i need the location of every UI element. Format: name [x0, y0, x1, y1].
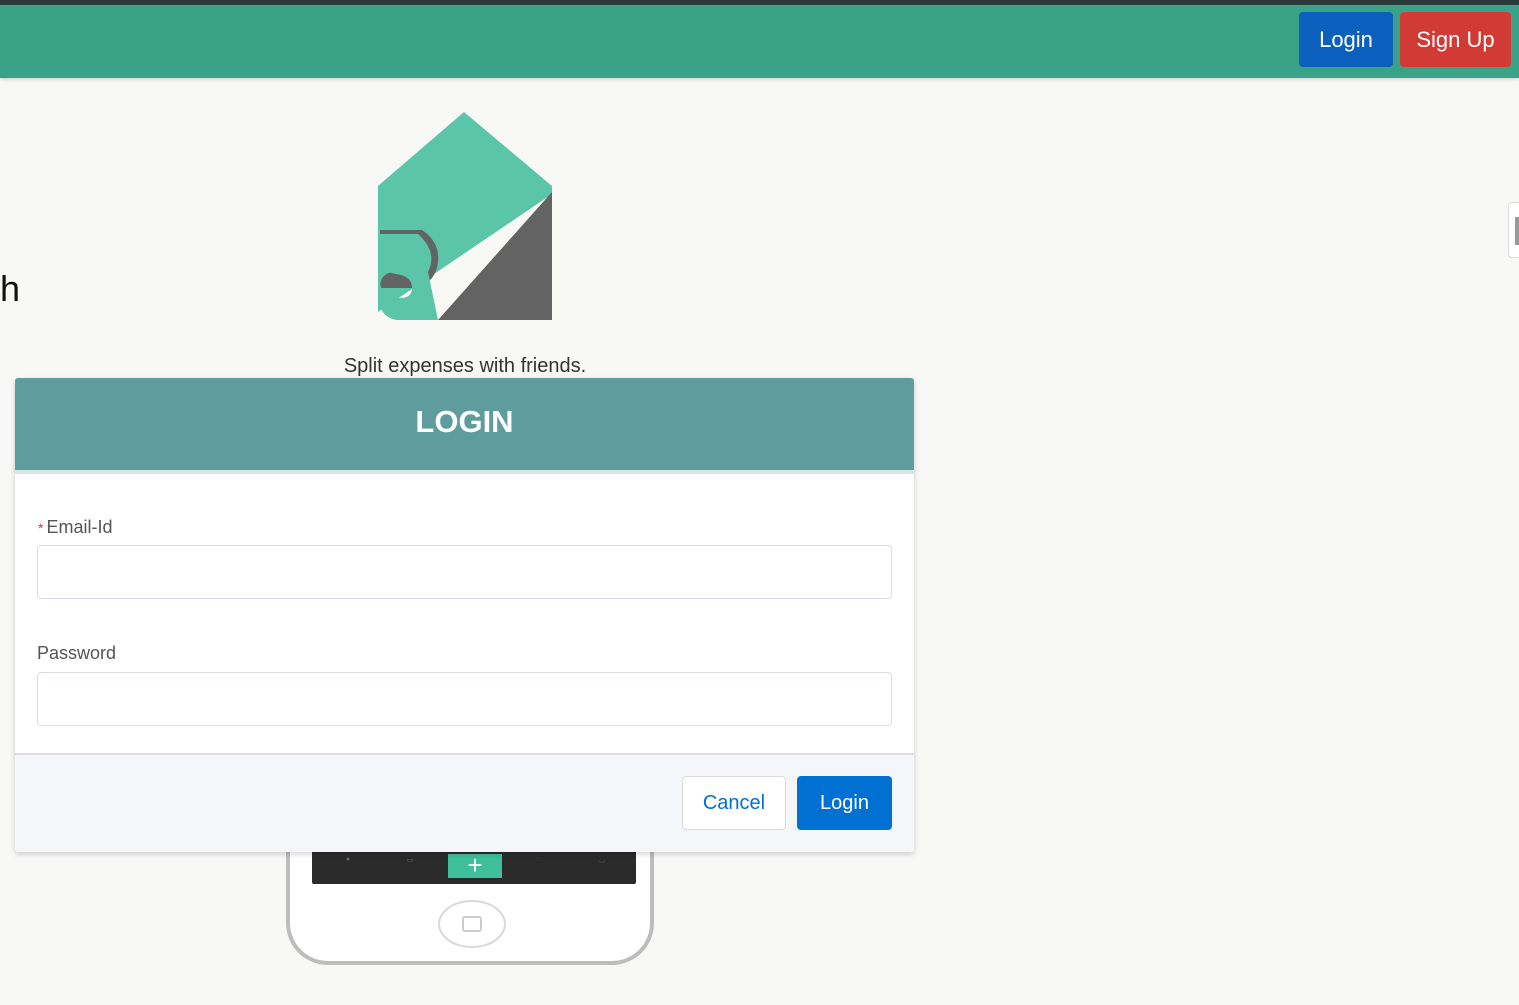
groups-tab-icon: ▭ [406, 857, 414, 864]
modal-header: LOGIN [15, 378, 914, 474]
add-expense-icon: + [448, 852, 502, 878]
top-nav-bar: Login Sign Up [0, 0, 1519, 78]
me-tab-icon: ◡ [598, 857, 606, 864]
password-input[interactable] [37, 672, 892, 726]
splitwise-logo [378, 112, 552, 320]
login-submit-button[interactable]: Login [797, 776, 892, 830]
activity-tab-icon: ◌ [535, 856, 541, 863]
phone-tab-bar: ● ▭ + ◌ ◡ [312, 850, 636, 884]
side-panel-tab[interactable] [1508, 202, 1519, 258]
phone-home-button [438, 900, 506, 948]
email-input[interactable] [37, 545, 892, 599]
nav-login-button[interactable]: Login [1299, 12, 1393, 67]
friends-tab-icon: ● [345, 856, 351, 863]
email-label-text: Email-Id [46, 517, 113, 537]
password-label: Password [37, 643, 117, 663]
login-modal: LOGIN * Email-Id Password Cancel Login [15, 378, 914, 852]
modal-title: LOGIN [415, 404, 514, 439]
required-marker: * [38, 520, 44, 536]
background-text-fragment: h [0, 268, 21, 309]
nav-signup-button[interactable]: Sign Up [1400, 12, 1511, 67]
cancel-button[interactable]: Cancel [682, 776, 786, 830]
modal-footer: Cancel Login [15, 753, 914, 852]
tagline: Split expenses with friends. [343, 355, 587, 377]
email-label: * Email-Id [38, 517, 112, 538]
